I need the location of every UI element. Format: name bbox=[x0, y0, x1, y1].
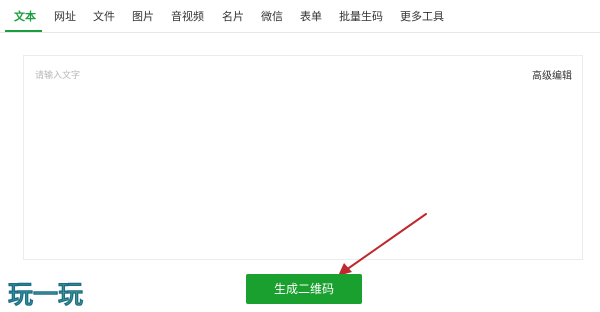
text-input[interactable] bbox=[24, 56, 582, 259]
tab-audio-video[interactable]: 音视频 bbox=[171, 0, 204, 33]
tab-business-card[interactable]: 名片 bbox=[222, 0, 244, 33]
tab-image[interactable]: 图片 bbox=[132, 0, 154, 33]
generate-qr-button[interactable]: 生成二维码 bbox=[246, 274, 362, 304]
text-editor: 高级编辑 bbox=[23, 55, 583, 260]
tab-url[interactable]: 网址 bbox=[54, 0, 76, 33]
svg-text:玩一玩: 玩一玩 bbox=[8, 280, 83, 309]
active-tab-indicator bbox=[5, 30, 42, 32]
advanced-edit-link[interactable]: 高级编辑 bbox=[532, 67, 572, 82]
tab-batch-generate[interactable]: 批量生码 bbox=[339, 0, 383, 33]
tab-bar: 文本 网址 文件 图片 音视频 名片 微信 表单 批量生码 更多工具 bbox=[0, 0, 600, 33]
watermark-logo: 玩一玩 bbox=[8, 280, 83, 310]
tab-wechat[interactable]: 微信 bbox=[261, 0, 283, 33]
tab-file[interactable]: 文件 bbox=[93, 0, 115, 33]
tab-more-tools[interactable]: 更多工具 bbox=[400, 0, 444, 33]
tab-text[interactable]: 文本 bbox=[14, 0, 36, 33]
tab-form[interactable]: 表单 bbox=[300, 0, 322, 33]
